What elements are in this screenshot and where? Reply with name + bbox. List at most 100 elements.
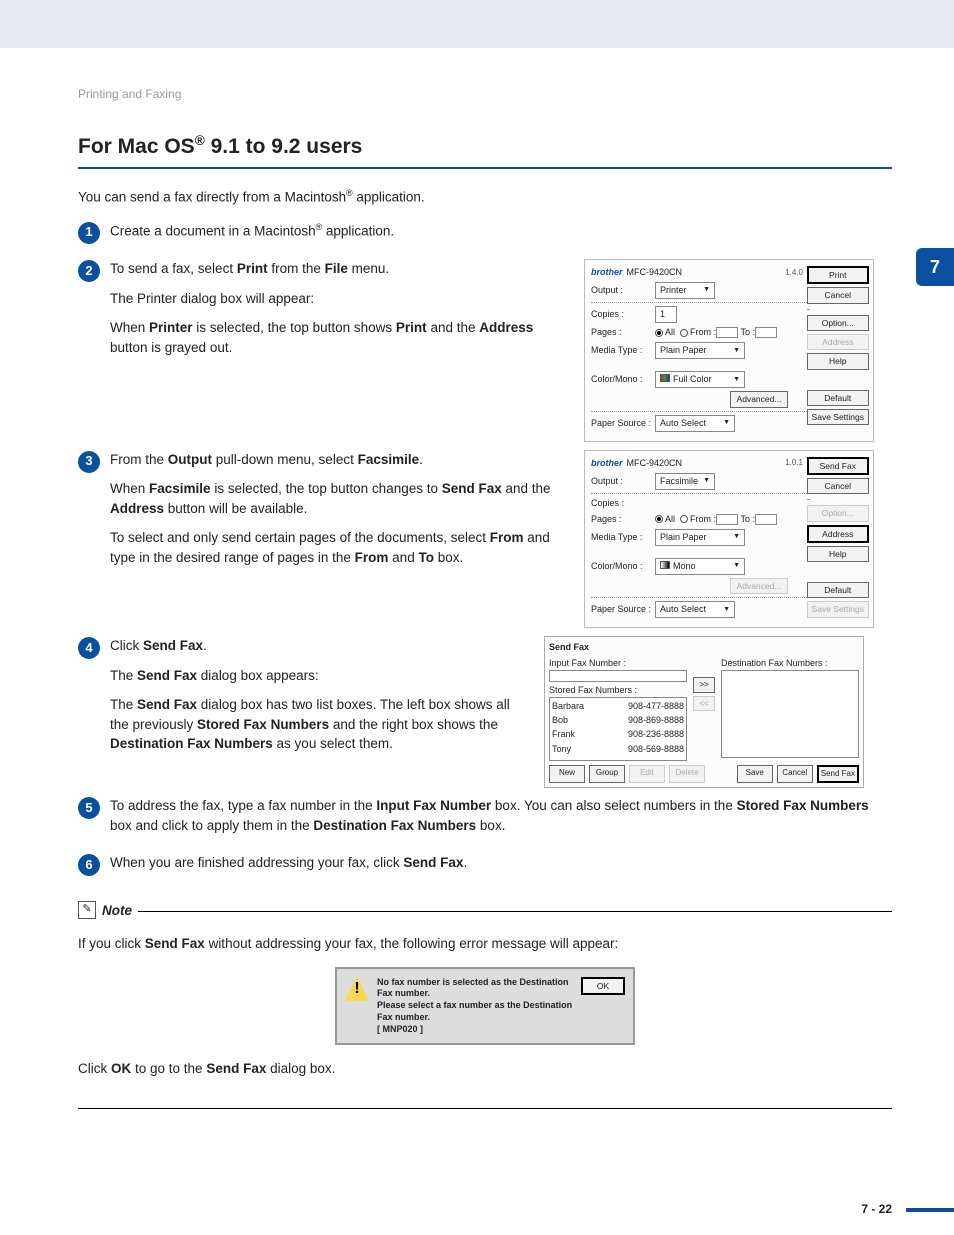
from-radio[interactable] xyxy=(680,515,688,523)
output-select[interactable]: Facsimile▼ xyxy=(655,473,715,490)
cancel-button[interactable]: Cancel xyxy=(807,478,869,494)
breadcrumb: Printing and Faxing xyxy=(78,86,892,103)
advanced-button[interactable]: Advanced... xyxy=(730,391,788,407)
send-fax-button[interactable]: Send Fax xyxy=(807,457,869,475)
note-block: Note If you click Send Fax without addre… xyxy=(78,901,892,1109)
title-reg: ® xyxy=(195,133,205,148)
alert-line-2: Please select a fax number as the Destin… xyxy=(377,1000,573,1023)
advanced-button: Advanced... xyxy=(730,578,788,594)
t: Click xyxy=(110,638,143,653)
source-label: Paper Source : xyxy=(591,417,655,430)
n: Frank xyxy=(552,728,575,741)
step-num-2: 2 xyxy=(78,260,100,282)
pages-label: Pages : xyxy=(591,326,655,339)
page-number: 7 - 22 xyxy=(861,1201,892,1218)
t: and the xyxy=(427,320,480,335)
new-button[interactable]: New xyxy=(549,765,585,783)
to-input[interactable] xyxy=(755,514,777,525)
t: box. xyxy=(476,818,505,833)
copies-input[interactable]: 1 xyxy=(655,306,677,323)
cancel-button[interactable]: Cancel xyxy=(807,287,869,303)
t: From the xyxy=(110,452,168,467)
list-item[interactable]: Barbara908-477-8888 xyxy=(552,700,684,713)
help-button[interactable]: Help xyxy=(807,353,869,369)
step-num-1: 1 xyxy=(78,222,100,244)
output-select[interactable]: Printer▼ xyxy=(655,282,715,299)
list-item[interactable]: Bob908-869-8888 xyxy=(552,714,684,727)
t: Send Fax xyxy=(206,1061,266,1076)
stored-fax-list[interactable]: Barbara908-477-8888 Bob908-869-8888 Fran… xyxy=(549,697,687,761)
address-button[interactable]: Address xyxy=(807,525,869,543)
top-bar xyxy=(0,0,954,48)
group-button[interactable]: Group xyxy=(589,765,625,783)
t: Facsimile xyxy=(358,452,420,467)
t: . xyxy=(419,452,423,467)
add-arrow-button[interactable]: >> xyxy=(693,677,715,693)
source-select[interactable]: Auto Select▼ xyxy=(655,601,735,618)
brother-logo: brother xyxy=(591,266,623,279)
t: menu. xyxy=(348,261,389,276)
print-button[interactable]: Print xyxy=(807,266,869,284)
dest-fax-list[interactable] xyxy=(721,670,859,758)
help-button[interactable]: Help xyxy=(807,546,869,562)
save-settings-button[interactable]: Save Settings xyxy=(807,409,869,425)
list-item[interactable]: Frank908-236-8888 xyxy=(552,728,684,741)
from-radio[interactable] xyxy=(680,329,688,337)
media-select[interactable]: Plain Paper▼ xyxy=(655,529,745,546)
from-input[interactable] xyxy=(716,514,738,525)
cancel-button[interactable]: Cancel xyxy=(777,765,813,783)
media-select[interactable]: Plain Paper▼ xyxy=(655,342,745,359)
t: Print xyxy=(237,261,268,276)
save-button[interactable]: Save xyxy=(737,765,773,783)
step-2-body: To send a fax, select Print from the Fil… xyxy=(110,259,892,442)
alert-line-1: No fax number is selected as the Destina… xyxy=(377,977,573,1000)
step-2: 2 To send a fax, select Print from the F… xyxy=(78,259,892,442)
n: Tony xyxy=(552,743,571,756)
t: OK xyxy=(111,1061,131,1076)
from-input[interactable] xyxy=(716,327,738,338)
v: Full Color xyxy=(673,374,712,384)
to-input[interactable] xyxy=(755,327,777,338)
to-label: To : xyxy=(741,513,756,526)
option-button[interactable]: Option... xyxy=(807,315,869,331)
color-select[interactable]: Mono▼ xyxy=(655,558,745,575)
title-post: 9.1 to 9.2 users xyxy=(205,135,363,158)
media-label: Media Type : xyxy=(591,531,655,544)
list-item[interactable]: Tony908-569-8888 xyxy=(552,743,684,756)
step-num-6: 6 xyxy=(78,854,100,876)
chevron-down-icon: ▼ xyxy=(733,375,740,385)
t: When you are finished addressing your fa… xyxy=(110,855,403,870)
t: button will be available. xyxy=(164,501,307,516)
t: Print xyxy=(396,320,427,335)
t: is selected, the top button shows xyxy=(193,320,396,335)
input-fax-number-field[interactable] xyxy=(549,670,687,682)
to-label: To : xyxy=(741,326,756,339)
t: Send Fax xyxy=(137,668,197,683)
ok-button[interactable]: OK xyxy=(581,977,625,995)
t: Send Fax xyxy=(145,936,205,951)
t: Send Fax xyxy=(403,855,463,870)
color-select[interactable]: Full Color ▼ xyxy=(655,371,745,388)
t: and the right box shows the xyxy=(329,717,498,732)
chevron-down-icon: ▼ xyxy=(733,532,740,542)
all-radio[interactable] xyxy=(655,329,663,337)
t: When xyxy=(110,481,149,496)
model: MFC-9420CN xyxy=(627,457,683,470)
t: Send Fax xyxy=(442,481,502,496)
section-title: For Mac OS® 9.1 to 9.2 users xyxy=(78,131,892,168)
t: box. You can also select numbers in the xyxy=(491,798,736,813)
default-button[interactable]: Default xyxy=(807,390,869,406)
step-1-body: Create a document in a Macintosh® applic… xyxy=(110,221,892,251)
send-fax-button[interactable]: Send Fax xyxy=(817,765,859,783)
chapter-tab: 7 xyxy=(916,248,954,286)
default-button[interactable]: Default xyxy=(807,582,869,598)
step-5-body: To address the fax, type a fax number in… xyxy=(110,796,892,845)
step-4-text: Click Send Fax. The Send Fax dialog box … xyxy=(110,636,530,764)
alert-line-3: [ MNP020 ] xyxy=(377,1024,573,1036)
facsimile-dialog-screenshot: brother MFC-9420CN1.0.1 Send Fax Cancel … xyxy=(584,450,892,629)
t: From xyxy=(490,530,524,545)
source-select[interactable]: Auto Select▼ xyxy=(655,415,735,432)
chevron-down-icon: ▼ xyxy=(723,418,730,428)
copies-label: Copies : xyxy=(591,497,655,510)
all-radio[interactable] xyxy=(655,515,663,523)
